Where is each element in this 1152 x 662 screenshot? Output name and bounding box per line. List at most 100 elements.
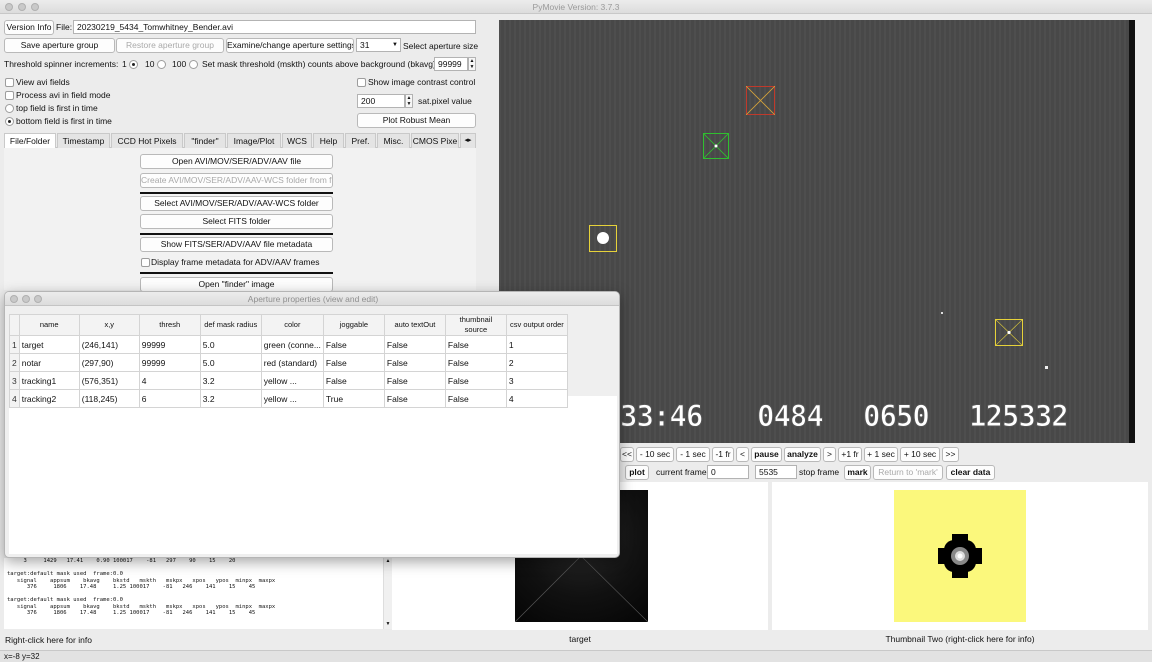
forward-1-sec-button[interactable]: + 1 sec	[864, 447, 898, 462]
view-avi-fields-checkbox[interactable]	[5, 78, 14, 87]
display-metadata-checkbox[interactable]	[141, 258, 150, 267]
table-cell[interactable]: yellow ...	[260, 389, 324, 408]
tab-scroll-arrows-icon[interactable]: ◂▸	[460, 133, 476, 148]
table-row[interactable]: 3 tracking1 (576,351) 4 3.2 yellow ... F…	[9, 371, 568, 390]
clear-data-button[interactable]: clear data	[946, 465, 995, 480]
table-cell[interactable]: (246,141)	[78, 335, 140, 354]
table-cell[interactable]: 99999	[138, 353, 201, 372]
thumbnail-two-label[interactable]: Thumbnail Two (right-click here for info…	[772, 630, 1148, 648]
table-cell[interactable]: 99999	[138, 335, 201, 354]
forward-1-frame-button[interactable]: +1 fr	[838, 447, 862, 462]
table-row[interactable]: 2 notar (297,90) 99999 5.0 red (standard…	[9, 353, 568, 372]
table-cell[interactable]: tracking2	[18, 389, 80, 408]
version-info-button[interactable]: Version Info	[4, 20, 54, 35]
step-forward-button[interactable]: >	[823, 447, 836, 462]
table-cell[interactable]: tracking1	[18, 371, 80, 390]
table-cell[interactable]: 3.2	[199, 389, 262, 408]
bottom-field-first-radio[interactable]	[5, 117, 14, 126]
process-field-mode-checkbox[interactable]	[5, 91, 14, 100]
table-cell[interactable]: 6	[138, 389, 201, 408]
column-header[interactable]: name	[18, 314, 80, 336]
jump-end-button[interactable]: >>	[942, 447, 959, 462]
pause-button[interactable]: pause	[751, 447, 782, 462]
table-cell[interactable]: green (conne...	[260, 335, 324, 354]
aperture-notar[interactable]	[746, 86, 775, 115]
forward-10-sec-button[interactable]: + 10 sec	[900, 447, 940, 462]
current-frame-field[interactable]: 0	[707, 465, 749, 479]
open-finder-image-button[interactable]: Open "finder" image	[140, 277, 333, 292]
spinner-option-10-radio[interactable]	[157, 60, 166, 69]
table-cell[interactable]: 2	[505, 353, 568, 372]
select-fits-folder-button[interactable]: Select FITS folder	[140, 214, 333, 229]
column-header[interactable]: color	[260, 314, 324, 336]
log-scrollbar[interactable]: ▲ ▼	[383, 558, 392, 629]
top-field-first-radio[interactable]	[5, 104, 14, 113]
table-cell[interactable]: yellow ...	[260, 371, 324, 390]
restore-aperture-group-button[interactable]: Restore aperture group	[116, 38, 224, 53]
table-cell[interactable]: False	[383, 389, 446, 408]
scroll-up-icon[interactable]: ▲	[384, 558, 392, 564]
log-text-area[interactable]: 3 1429 17.41 0.90 100017 -81 297 90 15 2…	[4, 558, 385, 629]
open-file-button[interactable]: Open AVI/MOV/SER/ADV/AAV file	[140, 154, 333, 169]
column-header[interactable]: auto textOut	[383, 314, 446, 336]
spinner-option-100-radio[interactable]	[189, 60, 198, 69]
spinner-option-1-radio[interactable]	[129, 60, 138, 69]
plot-robust-mean-button[interactable]: Plot Robust Mean	[357, 113, 476, 128]
table-cell[interactable]: False	[322, 335, 385, 354]
tab-image-plot[interactable]: Image/Plot	[227, 133, 281, 148]
table-cell[interactable]: 1	[505, 335, 568, 354]
examine-aperture-settings-button[interactable]: Examine/change aperture settings	[226, 38, 354, 53]
table-cell[interactable]: 4	[138, 371, 201, 390]
thumbnail-two-pane[interactable]	[772, 482, 1148, 630]
right-click-info-label[interactable]: Right-click here for info	[5, 634, 92, 646]
back-1-sec-button[interactable]: - 1 sec	[676, 447, 710, 462]
table-row[interactable]: 1 target (246,141) 99999 5.0 green (conn…	[9, 335, 568, 354]
table-cell[interactable]: False	[322, 353, 385, 372]
scroll-down-icon[interactable]: ▼	[384, 621, 392, 627]
mask-threshold-stepper-icon[interactable]: ▲ ▼	[468, 57, 476, 71]
aperture-size-select[interactable]: 31 ▼	[356, 38, 401, 52]
create-wcs-folder-button[interactable]: Create AVI/MOV/SER/ADV/AAV-WCS folder fr…	[140, 173, 333, 188]
step-back-button[interactable]: <	[736, 447, 749, 462]
aperture-tracking2[interactable]	[589, 225, 617, 252]
stop-frame-field[interactable]: 5535	[755, 465, 797, 479]
column-header[interactable]: thumbnail source	[444, 314, 507, 336]
table-cell[interactable]: False	[444, 371, 507, 390]
tab-pref[interactable]: Pref.	[345, 133, 376, 148]
aperture-target[interactable]	[703, 133, 729, 159]
tab-cmos-pixels[interactable]: CMOS Pixe	[411, 133, 459, 148]
table-cell[interactable]: (576,351)	[78, 371, 140, 390]
column-header[interactable]: thresh	[138, 314, 201, 336]
column-header[interactable]: x,y	[78, 314, 140, 336]
tab-ccd-hot-pixels[interactable]: CCD Hot Pixels	[111, 133, 183, 148]
table-cell[interactable]: False	[444, 353, 507, 372]
table-cell[interactable]: 3.2	[199, 371, 262, 390]
tab-wcs[interactable]: WCS	[282, 133, 312, 148]
column-header[interactable]: csv output order	[505, 314, 568, 336]
sat-pixel-field[interactable]: 200	[357, 94, 405, 108]
table-cell[interactable]: 5.0	[199, 335, 262, 354]
table-cell[interactable]: red (standard)	[260, 353, 324, 372]
table-cell[interactable]: notar	[18, 353, 80, 372]
table-cell[interactable]: False	[444, 389, 507, 408]
aperture-tracking1[interactable]	[995, 319, 1023, 346]
table-cell[interactable]: target	[18, 335, 80, 354]
show-contrast-checkbox[interactable]	[357, 78, 366, 87]
table-cell[interactable]: (297,90)	[78, 353, 140, 372]
tab-misc[interactable]: Misc.	[377, 133, 410, 148]
table-cell[interactable]: 4	[505, 389, 568, 408]
table-cell[interactable]: False	[383, 353, 446, 372]
table-cell[interactable]: 5.0	[199, 353, 262, 372]
mask-threshold-field[interactable]: 99999	[434, 57, 468, 71]
tab-finder[interactable]: "finder"	[184, 133, 226, 148]
table-cell[interactable]: False	[322, 371, 385, 390]
show-metadata-button[interactable]: Show FITS/SER/ADV/AAV file metadata	[140, 237, 333, 252]
tab-file-folder[interactable]: File/Folder	[4, 133, 56, 148]
table-cell[interactable]: False	[444, 335, 507, 354]
select-wcs-folder-button[interactable]: Select AVI/MOV/SER/ADV/AAV-WCS folder	[140, 196, 333, 211]
jump-start-button[interactable]: <<	[620, 447, 634, 462]
column-header[interactable]: joggable	[322, 314, 385, 336]
save-aperture-group-button[interactable]: Save aperture group	[4, 38, 115, 53]
back-10-sec-button[interactable]: - 10 sec	[636, 447, 674, 462]
return-to-mark-button[interactable]: Return to 'mark'	[873, 465, 943, 480]
